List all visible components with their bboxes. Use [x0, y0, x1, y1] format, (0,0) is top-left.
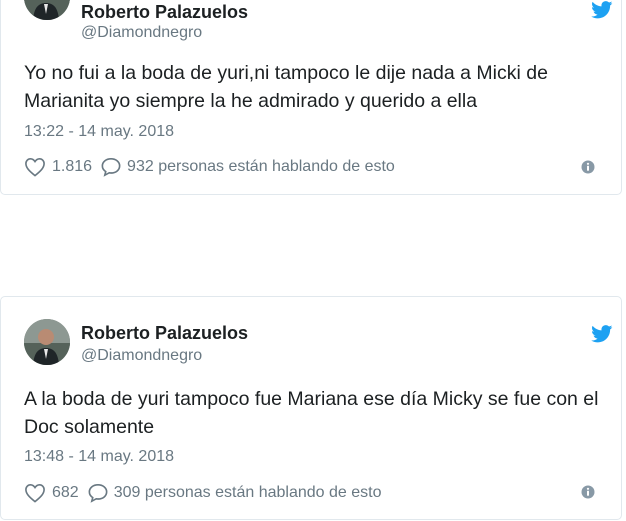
conversation-count[interactable]: 932 personas están hablando de esto [127, 158, 395, 176]
tweet-timestamp[interactable]: 13:22 - 14 may. 2018 [24, 123, 174, 141]
embedded-tweet: Roberto Palazuelos @Diamondnegro Yo no f… [0, 0, 622, 195]
conversation-count[interactable]: 309 personas están hablando de esto [114, 484, 382, 502]
tweet-actions: 682 309 personas están hablando de esto [24, 482, 381, 504]
avatar[interactable] [24, 319, 70, 365]
tweet-text: Yo no fui a la boda de yuri,ni tampoco l… [24, 62, 548, 112]
tweet-timestamp[interactable]: 13:48 - 14 may. 2018 [24, 448, 174, 466]
info-icon[interactable] [581, 485, 595, 499]
author-name[interactable]: Roberto Palazuelos [81, 2, 248, 23]
speech-bubble-icon[interactable] [87, 483, 109, 503]
author-handle[interactable]: @Diamondnegro [81, 24, 202, 42]
author-name[interactable]: Roberto Palazuelos [81, 323, 248, 344]
author-handle[interactable]: @Diamondnegro [81, 347, 202, 365]
avatar[interactable] [24, 0, 70, 20]
info-icon[interactable] [581, 160, 595, 174]
tweet-actions: 1.816 932 personas están hablando de est… [24, 156, 395, 178]
like-count[interactable]: 1.816 [52, 158, 92, 176]
speech-bubble-icon[interactable] [100, 157, 122, 177]
tweet-text: A la boda de yuri tampoco fue Mariana es… [24, 388, 599, 438]
twitter-bird-icon[interactable] [591, 1, 613, 19]
like-count[interactable]: 682 [52, 484, 79, 502]
twitter-bird-icon[interactable] [591, 325, 613, 343]
embedded-tweet: Roberto Palazuelos @Diamondnegro A la bo… [0, 296, 622, 520]
heart-icon[interactable] [24, 483, 46, 503]
heart-icon[interactable] [24, 157, 46, 177]
